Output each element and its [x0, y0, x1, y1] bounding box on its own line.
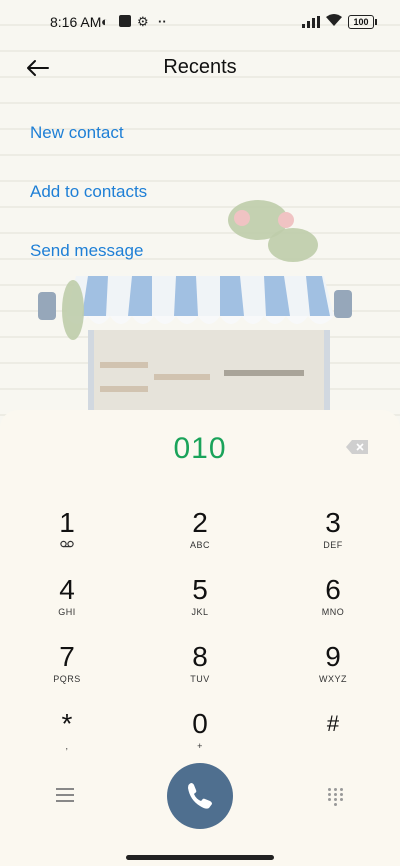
add-to-contacts-link[interactable]: Add to contacts	[30, 182, 147, 202]
dialed-number: 010	[173, 432, 227, 465]
new-contact-link[interactable]: New contact	[30, 123, 124, 143]
keypad-icon[interactable]	[326, 787, 344, 806]
dial-key-4[interactable]: 4 GHI	[22, 575, 112, 635]
app-notification-icon	[119, 15, 131, 27]
menu-icon[interactable]	[56, 788, 74, 804]
page-title: Recents	[163, 56, 237, 78]
settings-gear-icon: ⚙	[137, 14, 149, 29]
call-button[interactable]	[167, 763, 233, 829]
dial-key-star[interactable]: * ,	[22, 709, 112, 769]
dial-key-5[interactable]: 5 JKL	[155, 575, 245, 635]
status-bar: 8:16 AM ◐ ⚙ ·· 100	[0, 0, 400, 44]
voicemail-icon	[22, 540, 112, 550]
signal-icon	[302, 16, 320, 28]
dial-key-8[interactable]: 8 TUV	[155, 642, 245, 702]
send-message-link[interactable]: Send message	[30, 241, 143, 261]
dial-key-9[interactable]: 9 WXYZ	[288, 642, 378, 702]
phone-icon	[188, 783, 212, 809]
status-time: 8:16 AM	[50, 14, 102, 30]
more-notifications-icon: ··	[158, 14, 167, 29]
dial-key-3[interactable]: 3 DEF	[288, 508, 378, 568]
dial-key-6[interactable]: 6 MNO	[288, 575, 378, 635]
dial-key-7[interactable]: 7 PQRS	[22, 642, 112, 702]
dial-key-2[interactable]: 2 ABC	[155, 508, 245, 568]
wifi-icon	[326, 13, 342, 30]
dial-key-1[interactable]: 1	[22, 508, 112, 568]
dial-key-hash[interactable]: #	[288, 709, 378, 769]
battery-icon: 100	[348, 15, 377, 29]
home-indicator[interactable]	[126, 855, 274, 860]
data-saver-icon: ◐	[101, 14, 109, 29]
dial-key-0[interactable]: 0 +	[155, 709, 245, 769]
backspace-icon[interactable]	[346, 440, 368, 454]
